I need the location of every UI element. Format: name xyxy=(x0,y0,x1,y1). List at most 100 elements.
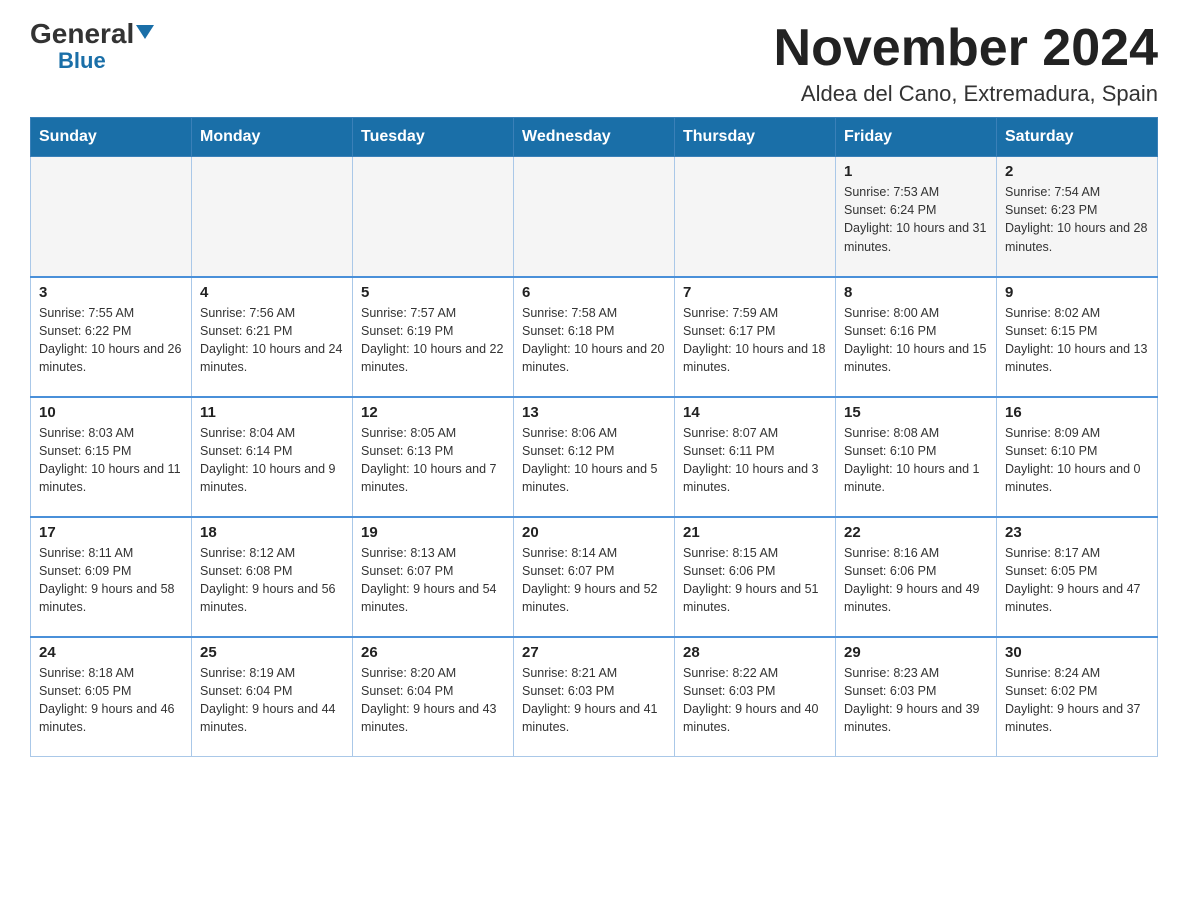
day-number: 17 xyxy=(39,524,183,541)
calendar-header-row: SundayMondayTuesdayWednesdayThursdayFrid… xyxy=(31,118,1158,157)
day-info: Sunrise: 7:57 AMSunset: 6:19 PMDaylight:… xyxy=(361,304,505,377)
calendar-cell: 15 Sunrise: 8:08 AMSunset: 6:10 PMDayligh… xyxy=(836,397,997,517)
day-number: 28 xyxy=(683,644,827,661)
day-info: Sunrise: 8:03 AMSunset: 6:15 PMDaylight:… xyxy=(39,424,183,497)
day-info: Sunrise: 8:08 AMSunset: 6:10 PMDaylight:… xyxy=(844,424,988,497)
day-number: 4 xyxy=(200,284,344,301)
day-number: 16 xyxy=(1005,404,1149,421)
calendar-cell: 22 Sunrise: 8:16 AMSunset: 6:06 PMDayligh… xyxy=(836,517,997,637)
day-header-saturday: Saturday xyxy=(997,118,1158,157)
day-number: 23 xyxy=(1005,524,1149,541)
day-number: 10 xyxy=(39,404,183,421)
day-info: Sunrise: 8:23 AMSunset: 6:03 PMDaylight:… xyxy=(844,664,988,737)
day-header-thursday: Thursday xyxy=(675,118,836,157)
logo-blue-text: Blue xyxy=(58,48,106,74)
day-info: Sunrise: 7:54 AMSunset: 6:23 PMDaylight:… xyxy=(1005,183,1149,256)
day-number: 12 xyxy=(361,404,505,421)
calendar-cell: 18Sunrise: 8:12 AMSunset: 6:08 PMDayligh… xyxy=(192,517,353,637)
day-info: Sunrise: 8:07 AMSunset: 6:11 PMDaylight:… xyxy=(683,424,827,497)
calendar-cell: 16 Sunrise: 8:09 AMSunset: 6:10 PMDayligh… xyxy=(997,397,1158,517)
day-info: Sunrise: 7:59 AMSunset: 6:17 PMDaylight:… xyxy=(683,304,827,377)
day-info: Sunrise: 7:53 AMSunset: 6:24 PMDaylight:… xyxy=(844,183,988,256)
calendar-cell: 12Sunrise: 8:05 AMSunset: 6:13 PMDayligh… xyxy=(353,397,514,517)
day-info: Sunrise: 8:17 AMSunset: 6:05 PMDaylight:… xyxy=(1005,544,1149,617)
calendar-week-1: 1Sunrise: 7:53 AMSunset: 6:24 PMDaylight… xyxy=(31,157,1158,277)
day-info: Sunrise: 8:24 AMSunset: 6:02 PMDaylight:… xyxy=(1005,664,1149,737)
calendar-cell: 24 Sunrise: 8:18 AMSunset: 6:05 PMDayligh… xyxy=(31,637,192,757)
day-info: Sunrise: 7:56 AMSunset: 6:21 PMDaylight:… xyxy=(200,304,344,377)
day-number: 25 xyxy=(200,644,344,661)
day-info: Sunrise: 7:55 AMSunset: 6:22 PMDaylight:… xyxy=(39,304,183,377)
day-info: Sunrise: 7:58 AMSunset: 6:18 PMDaylight:… xyxy=(522,304,666,377)
day-header-friday: Friday xyxy=(836,118,997,157)
calendar-table: SundayMondayTuesdayWednesdayThursdayFrid… xyxy=(30,117,1158,757)
logo-general-text: General xyxy=(30,20,134,48)
day-number: 27 xyxy=(522,644,666,661)
day-number: 24 xyxy=(39,644,183,661)
main-title: November 2024 xyxy=(774,20,1158,77)
calendar-cell: 23 Sunrise: 8:17 AMSunset: 6:05 PMDayligh… xyxy=(997,517,1158,637)
calendar-cell xyxy=(353,157,514,277)
day-number: 6 xyxy=(522,284,666,301)
calendar-cell: 3Sunrise: 7:55 AMSunset: 6:22 PMDaylight… xyxy=(31,277,192,397)
day-number: 15 xyxy=(844,404,988,421)
day-number: 30 xyxy=(1005,644,1149,661)
calendar-cell: 30 Sunrise: 8:24 AMSunset: 6:02 PMDayligh… xyxy=(997,637,1158,757)
day-number: 22 xyxy=(844,524,988,541)
day-info: Sunrise: 8:19 AMSunset: 6:04 PMDaylight:… xyxy=(200,664,344,737)
calendar-cell: 26 Sunrise: 8:20 AMSunset: 6:04 PMDayligh… xyxy=(353,637,514,757)
calendar-cell: 7 Sunrise: 7:59 AMSunset: 6:17 PMDaylight… xyxy=(675,277,836,397)
calendar-cell: 6 Sunrise: 7:58 AMSunset: 6:18 PMDaylight… xyxy=(514,277,675,397)
calendar-cell: 11Sunrise: 8:04 AMSunset: 6:14 PMDayligh… xyxy=(192,397,353,517)
calendar-cell: 5 Sunrise: 7:57 AMSunset: 6:19 PMDaylight… xyxy=(353,277,514,397)
day-header-tuesday: Tuesday xyxy=(353,118,514,157)
calendar-cell xyxy=(31,157,192,277)
day-number: 29 xyxy=(844,644,988,661)
day-info: Sunrise: 8:12 AMSunset: 6:08 PMDaylight:… xyxy=(200,544,344,617)
logo: General Blue xyxy=(30,20,154,74)
calendar-cell: 27Sunrise: 8:21 AMSunset: 6:03 PMDayligh… xyxy=(514,637,675,757)
day-info: Sunrise: 8:15 AMSunset: 6:06 PMDaylight:… xyxy=(683,544,827,617)
calendar-week-2: 3Sunrise: 7:55 AMSunset: 6:22 PMDaylight… xyxy=(31,277,1158,397)
day-number: 9 xyxy=(1005,284,1149,301)
day-number: 14 xyxy=(683,404,827,421)
day-number: 8 xyxy=(844,284,988,301)
day-info: Sunrise: 8:20 AMSunset: 6:04 PMDaylight:… xyxy=(361,664,505,737)
day-header-monday: Monday xyxy=(192,118,353,157)
calendar-cell: 19 Sunrise: 8:13 AMSunset: 6:07 PMDayligh… xyxy=(353,517,514,637)
day-info: Sunrise: 8:11 AMSunset: 6:09 PMDaylight:… xyxy=(39,544,183,617)
calendar-cell: 10 Sunrise: 8:03 AMSunset: 6:15 PMDayligh… xyxy=(31,397,192,517)
day-header-sunday: Sunday xyxy=(31,118,192,157)
day-info: Sunrise: 8:02 AMSunset: 6:15 PMDaylight:… xyxy=(1005,304,1149,377)
location-subtitle: Aldea del Cano, Extremadura, Spain xyxy=(774,81,1158,107)
calendar-cell: 20Sunrise: 8:14 AMSunset: 6:07 PMDayligh… xyxy=(514,517,675,637)
day-number: 5 xyxy=(361,284,505,301)
calendar-cell: 29 Sunrise: 8:23 AMSunset: 6:03 PMDayligh… xyxy=(836,637,997,757)
calendar-cell: 1Sunrise: 7:53 AMSunset: 6:24 PMDaylight… xyxy=(836,157,997,277)
calendar-week-3: 10 Sunrise: 8:03 AMSunset: 6:15 PMDayligh… xyxy=(31,397,1158,517)
calendar-cell: 2 Sunrise: 7:54 AMSunset: 6:23 PMDaylight… xyxy=(997,157,1158,277)
day-info: Sunrise: 8:13 AMSunset: 6:07 PMDaylight:… xyxy=(361,544,505,617)
day-number: 26 xyxy=(361,644,505,661)
calendar-week-5: 24 Sunrise: 8:18 AMSunset: 6:05 PMDayligh… xyxy=(31,637,1158,757)
day-info: Sunrise: 8:18 AMSunset: 6:05 PMDaylight:… xyxy=(39,664,183,737)
day-info: Sunrise: 8:09 AMSunset: 6:10 PMDaylight:… xyxy=(1005,424,1149,497)
day-info: Sunrise: 8:16 AMSunset: 6:06 PMDaylight:… xyxy=(844,544,988,617)
day-info: Sunrise: 8:00 AMSunset: 6:16 PMDaylight:… xyxy=(844,304,988,377)
day-info: Sunrise: 8:06 AMSunset: 6:12 PMDaylight:… xyxy=(522,424,666,497)
calendar-cell: 8 Sunrise: 8:00 AMSunset: 6:16 PMDaylight… xyxy=(836,277,997,397)
day-number: 13 xyxy=(522,404,666,421)
calendar-cell: 21 Sunrise: 8:15 AMSunset: 6:06 PMDayligh… xyxy=(675,517,836,637)
calendar-cell: 13 Sunrise: 8:06 AMSunset: 6:12 PMDayligh… xyxy=(514,397,675,517)
calendar-cell xyxy=(514,157,675,277)
day-number: 21 xyxy=(683,524,827,541)
day-number: 19 xyxy=(361,524,505,541)
calendar-cell xyxy=(675,157,836,277)
calendar-cell: 25 Sunrise: 8:19 AMSunset: 6:04 PMDayligh… xyxy=(192,637,353,757)
page-header: General Blue November 2024 Aldea del Can… xyxy=(30,20,1158,107)
day-header-wednesday: Wednesday xyxy=(514,118,675,157)
day-info: Sunrise: 8:22 AMSunset: 6:03 PMDaylight:… xyxy=(683,664,827,737)
calendar-cell: 14 Sunrise: 8:07 AMSunset: 6:11 PMDayligh… xyxy=(675,397,836,517)
day-number: 2 xyxy=(1005,163,1149,180)
day-number: 7 xyxy=(683,284,827,301)
